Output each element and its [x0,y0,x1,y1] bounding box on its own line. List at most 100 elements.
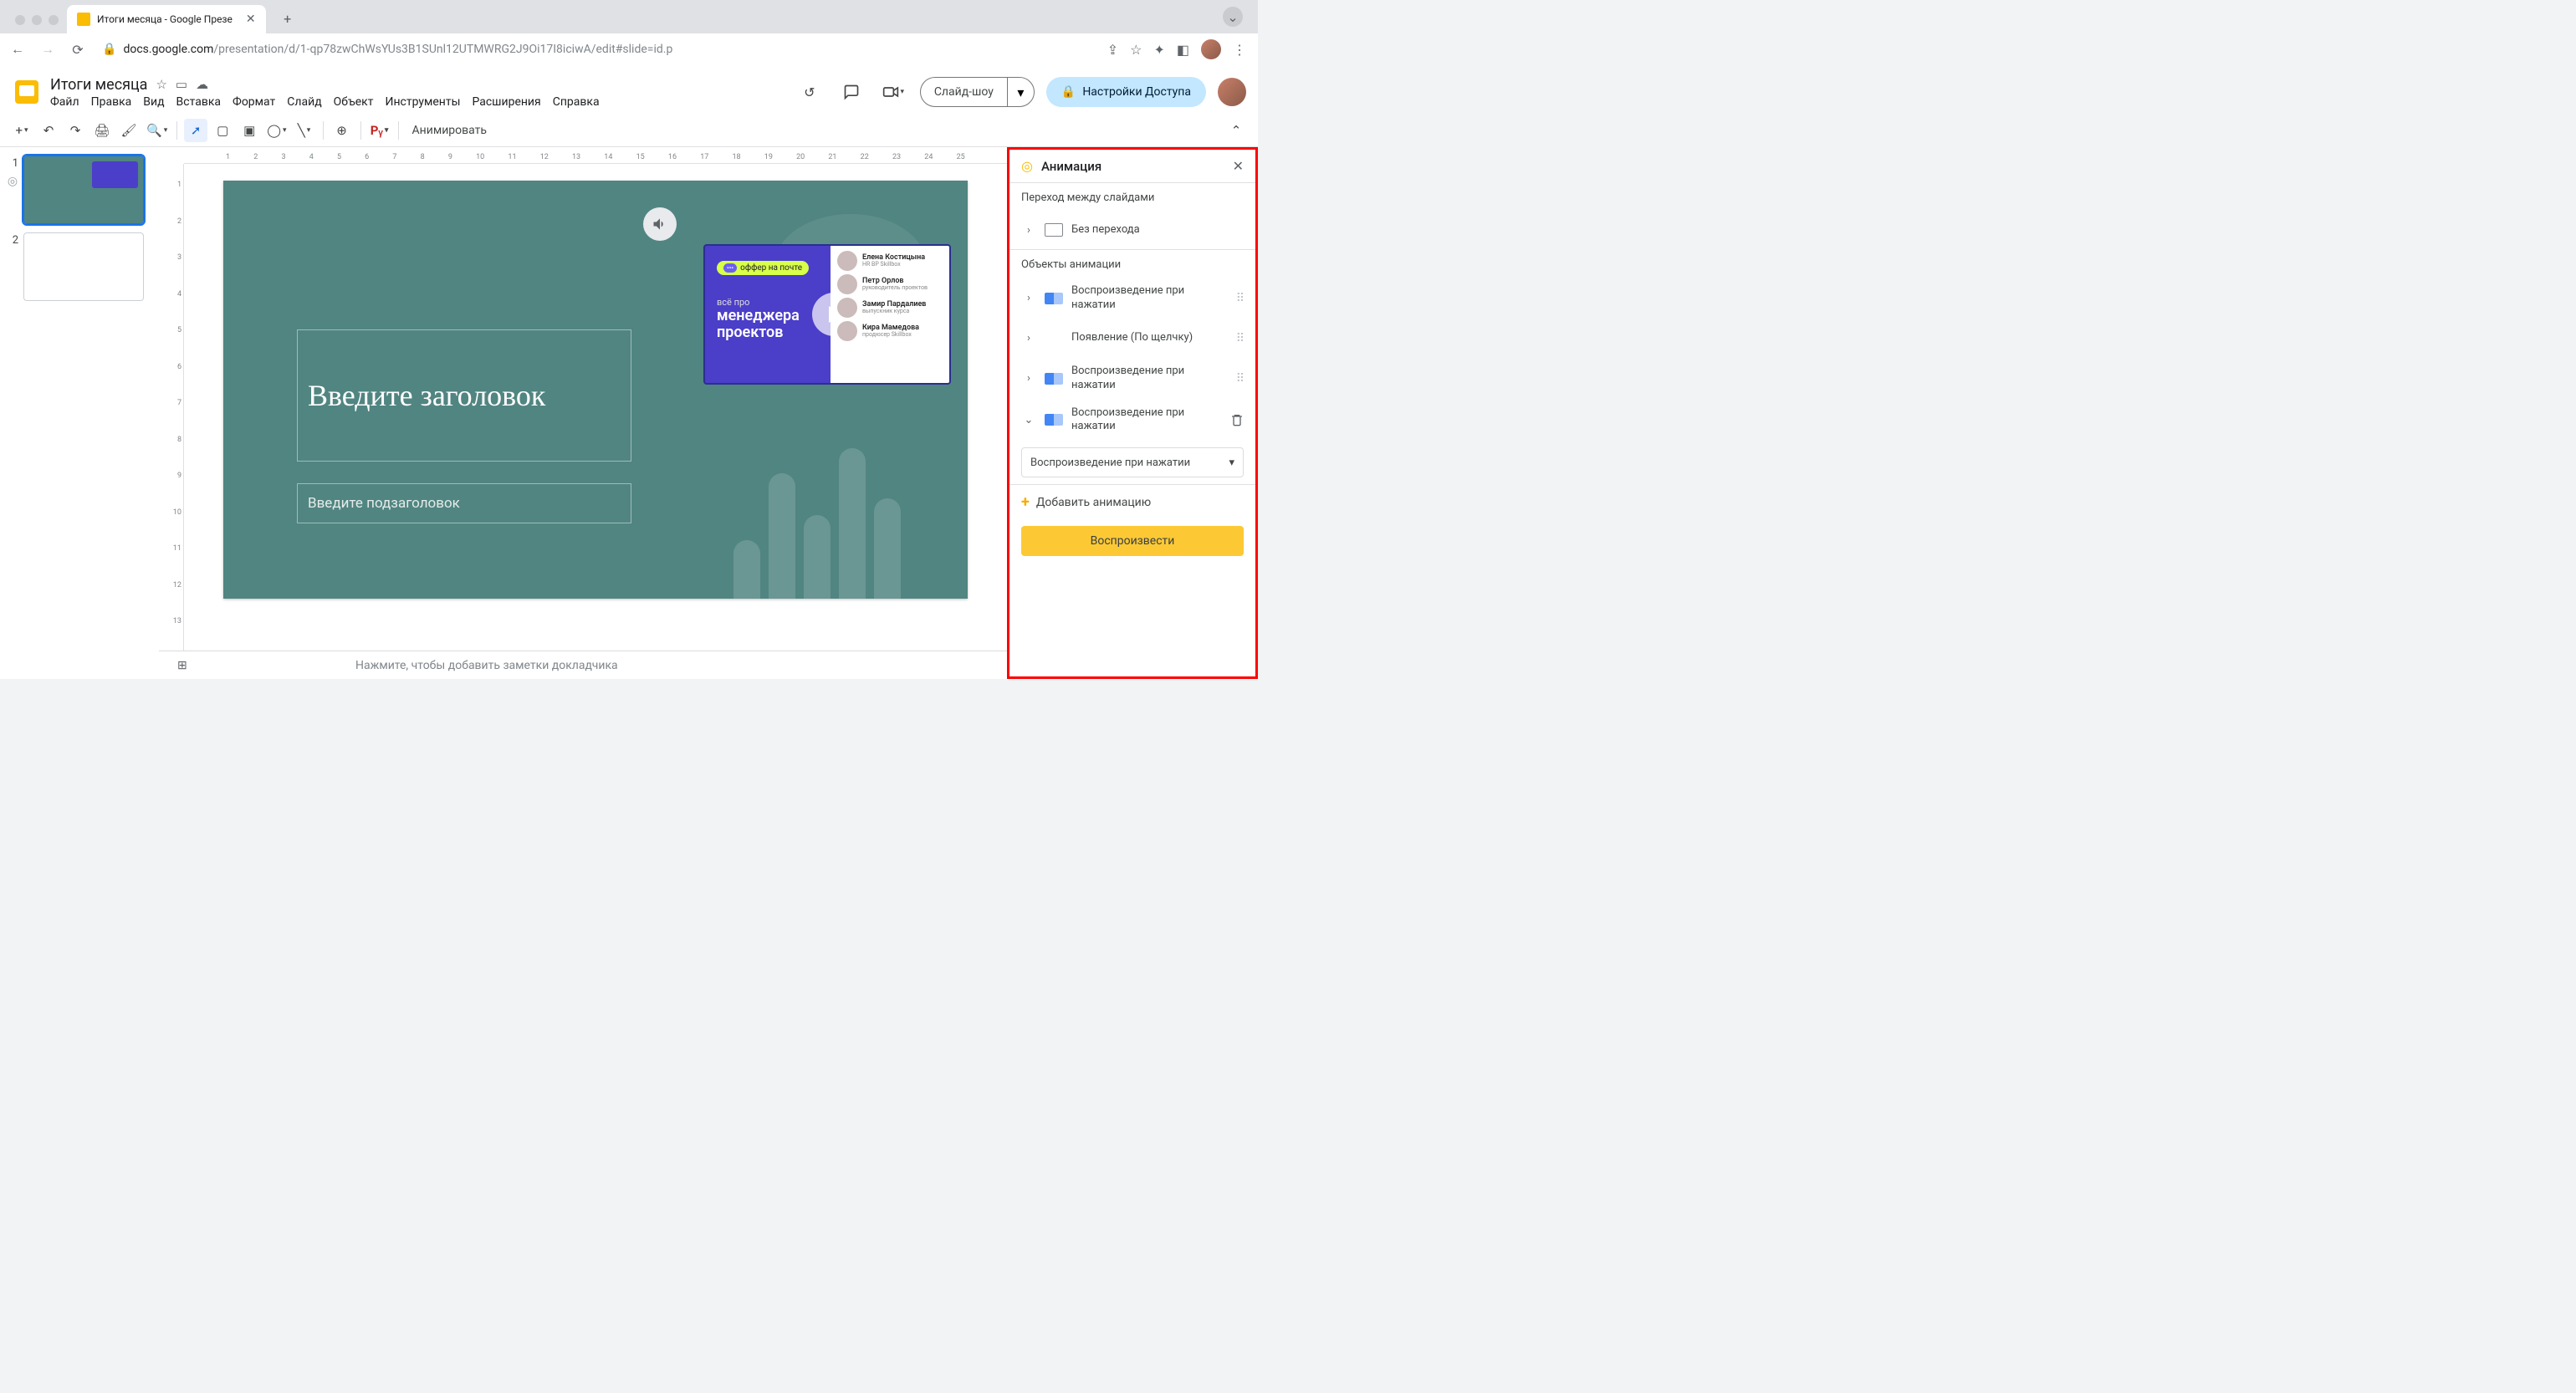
doc-title[interactable]: Итоги месяца [50,76,147,94]
add-animation-button[interactable]: + Добавить анимацию [1009,485,1255,519]
history-icon[interactable]: ↺ [795,77,825,107]
paint-format-button[interactable]: 🖌 [117,119,141,142]
expand-tabs-icon[interactable]: ⌄ [1223,7,1243,27]
share-label: Настройки Доступа [1082,85,1191,99]
browser-tab[interactable]: Итоги месяца - Google Презе ✕ [67,5,266,33]
video-object-icon [1045,293,1063,304]
subtitle-text: Введите подзаголовок [308,495,460,512]
close-panel-icon[interactable]: ✕ [1233,158,1244,174]
menu-slide[interactable]: Слайд [287,95,321,109]
print-button[interactable]: 🖨 [90,119,114,142]
line-button[interactable]: ╲ [293,119,316,142]
animate-button[interactable]: Анимировать [406,119,493,142]
move-folder-icon[interactable]: ▭ [176,77,187,92]
transition-section-title: Переход между слайдами [1009,183,1255,211]
menu-help[interactable]: Справка [553,95,600,109]
avatar-icon [837,251,857,271]
drag-handle-icon[interactable]: ⠿ [1236,332,1244,345]
forward-button[interactable]: → [35,37,60,62]
profile-avatar-icon[interactable] [1201,39,1221,59]
comments-icon[interactable] [836,77,866,107]
back-button[interactable]: ← [5,37,30,62]
redo-button[interactable]: ↷ [64,119,87,142]
person-row: Замир Пардалиеввыпускник курса [837,298,943,318]
star-icon[interactable]: ☆ [156,77,166,92]
slideshow-dropdown-icon[interactable]: ▾ [1007,78,1034,106]
drag-handle-icon[interactable]: ⠿ [1236,372,1244,385]
slide-thumbnail-1[interactable] [23,156,144,224]
close-tab-icon[interactable]: ✕ [246,13,256,26]
share-page-icon[interactable]: ⇪ [1107,42,1118,58]
add-animation-label: Добавить анимацию [1036,496,1151,509]
play-animations-button[interactable]: Воспроизвести [1021,526,1244,556]
menu-format[interactable]: Формат [233,95,275,109]
anim-item-label: Воспроизведение при нажатии [1071,284,1228,313]
slide-thumbnail-2[interactable] [23,232,144,301]
menu-tools[interactable]: Инструменты [385,95,460,109]
title-placeholder[interactable]: Введите заголовок [297,329,631,462]
toolbar: + ↶ ↷ 🖨 🖌 🔍 ➚ ▢ ▣ ◯ ╲ ⊕ Рᵧ Анимировать ⌃ [0,114,1258,147]
minimize-window-icon[interactable] [32,15,42,25]
window-controls[interactable] [7,15,67,33]
grid-view-icon[interactable]: ⊞ [177,659,187,672]
background-button[interactable]: Рᵧ [368,119,391,142]
slide-thumbnails: 1 ◎ 2 [0,147,159,679]
maximize-window-icon[interactable] [49,15,59,25]
anim-item[interactable]: › Появление (По щелчку) ⠿ [1009,319,1255,358]
image-button[interactable]: ▣ [238,119,261,142]
collapse-toolbar-icon[interactable]: ⌃ [1224,119,1248,142]
bookmark-icon[interactable]: ☆ [1130,42,1142,58]
tab-bar: Итоги месяца - Google Презе ✕ + ⌄ [0,0,1258,33]
speaker-notes[interactable]: ⊞ Нажмите, чтобы добавить заметки доклад… [159,651,1007,679]
textbox-button[interactable]: ▢ [211,119,234,142]
menu-extensions[interactable]: Расширения [472,95,540,109]
menu-file[interactable]: Файл [50,95,79,109]
canvas-inner[interactable]: Введите заголовок Введите подзаголовок •… [159,164,1007,679]
video-object[interactable]: ••• оффер на почте всё про менеджера про… [703,244,951,385]
menu-object[interactable]: Объект [334,95,374,109]
anim-type-select[interactable]: Воспроизведение при нажатии ▾ [1021,447,1244,477]
new-slide-button[interactable]: + [10,119,33,142]
shape-button[interactable]: ◯ [264,119,289,142]
menu-view[interactable]: Вид [143,95,164,109]
slide-canvas[interactable]: Введите заголовок Введите подзаголовок •… [223,181,968,599]
slideshow-button[interactable]: Слайд-шоу ▾ [920,77,1035,107]
notes-placeholder: Нажмите, чтобы добавить заметки докладчи… [355,659,618,672]
close-window-icon[interactable] [15,15,25,25]
undo-button[interactable]: ↶ [37,119,60,142]
anim-item[interactable]: › Воспроизведение при нажатии ⠿ [1009,358,1255,400]
anim-item-expanded[interactable]: ⌄ Воспроизведение при нажатии [1009,400,1255,441]
slides-logo-icon[interactable] [12,77,42,107]
zoom-button[interactable]: 🔍 [144,119,170,142]
decoration-bars [733,448,901,599]
subtitle-placeholder[interactable]: Введите подзаголовок [297,483,631,523]
side-panel-icon[interactable]: ◧ [1177,42,1189,58]
drag-handle-icon[interactable]: ⠿ [1236,292,1244,305]
dropdown-icon: ▾ [1229,457,1234,469]
chevron-right-icon: › [1021,372,1036,385]
trash-icon[interactable] [1230,413,1244,426]
new-tab-button[interactable]: + [276,7,299,30]
lock-icon: 🔒 [1061,85,1076,99]
comment-button[interactable]: ⊕ [330,119,354,142]
select-tool-button[interactable]: ➚ [184,119,207,142]
anim-panel-title: Анимация [1041,159,1224,174]
transition-row[interactable]: › Без перехода [1009,211,1255,249]
menu-insert[interactable]: Вставка [176,95,221,109]
header-right: ↺ Слайд-шоу ▾ 🔒 Настройки Доступа [795,77,1246,107]
main-area: 1 ◎ 2 1234567891011121314151617181920212… [0,147,1258,679]
person-role: HR BP Skillbox [862,262,925,268]
menu-edit[interactable]: Правка [91,95,132,109]
anim-item[interactable]: › Воспроизведение при нажатии ⠿ [1009,278,1255,319]
url-input[interactable]: 🔒 docs.google.com/presentation/d/1-qp78z… [95,38,1102,61]
slideshow-label: Слайд-шоу [921,85,1007,99]
cloud-status-icon[interactable]: ☁ [196,77,208,92]
audio-icon[interactable] [643,207,677,241]
extensions-icon[interactable]: ✦ [1153,42,1164,58]
video-object-icon [1045,373,1063,385]
reload-button[interactable]: ⟳ [65,37,90,62]
share-button[interactable]: 🔒 Настройки Доступа [1046,77,1206,107]
meet-icon[interactable] [878,77,908,107]
account-avatar-icon[interactable] [1218,78,1246,106]
chrome-menu-icon[interactable]: ⋮ [1233,42,1246,58]
